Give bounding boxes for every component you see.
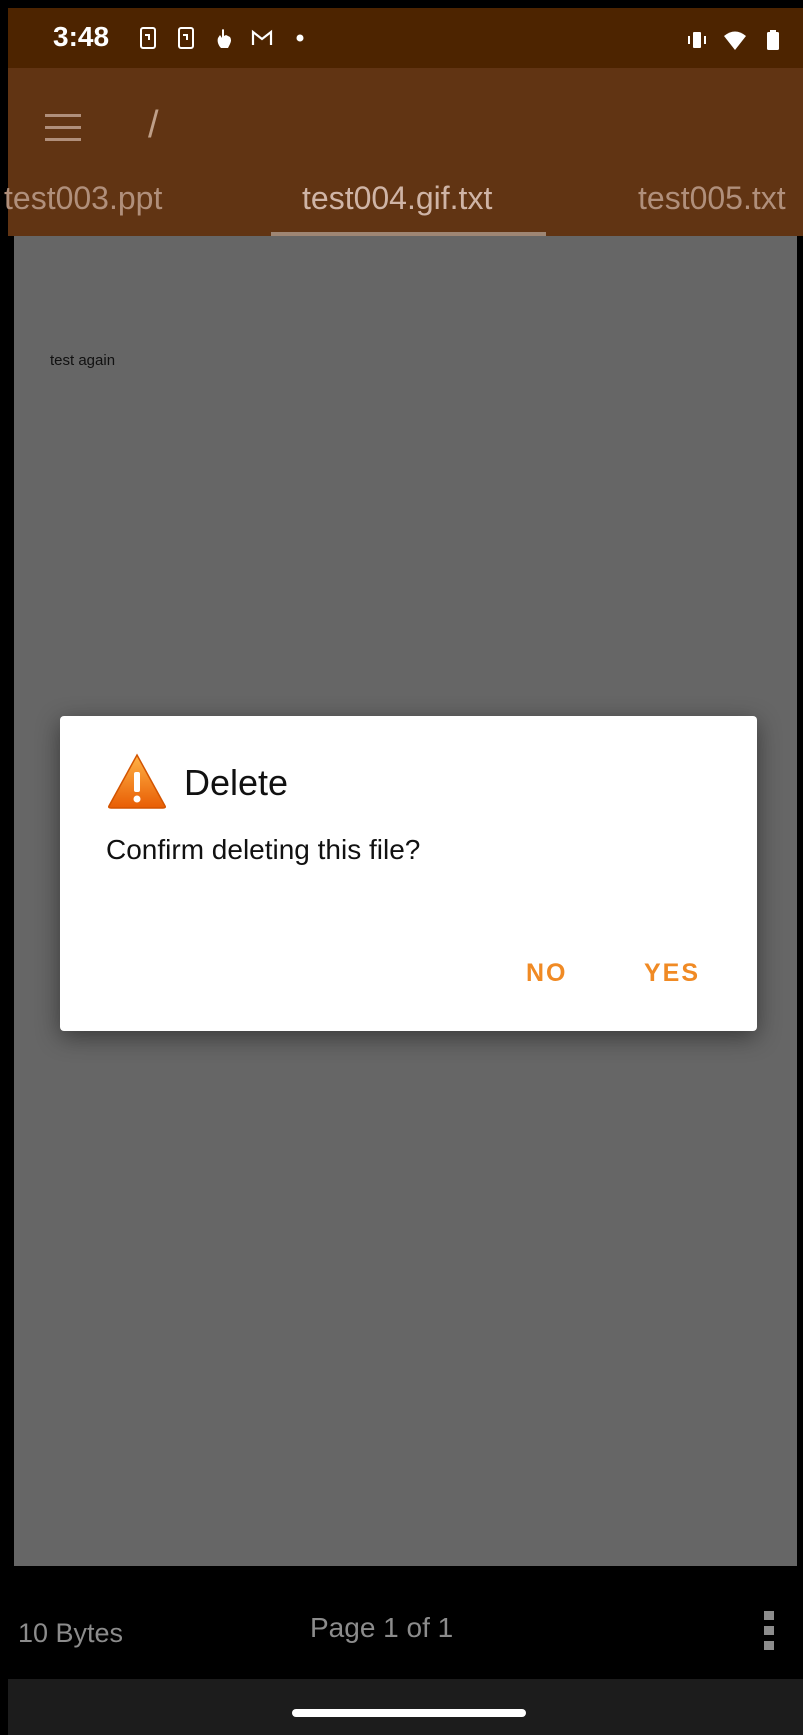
dot-icon: [296, 34, 304, 42]
wifi-icon: [724, 31, 746, 50]
status-time: 3:48: [53, 21, 110, 52]
delete-dialog: Delete Confirm deleting this file? NO YE…: [60, 716, 757, 1031]
tab-test003[interactable]: test003.ppt: [4, 180, 162, 236]
gmail-icon: [251, 29, 273, 45]
battery-icon: [767, 30, 779, 50]
home-gesture-handle[interactable]: [292, 1709, 526, 1717]
screen: 3:48 / test003.ppt test004.gif.txt test0…: [0, 0, 803, 1735]
dialog-message: Confirm deleting this file?: [106, 834, 421, 865]
file-size-label: 10 Bytes: [18, 1618, 124, 1648]
page-indicator: Page 1 of 1: [310, 1612, 454, 1643]
bottom-bar: 10 Bytes Page 1 of 1: [8, 1566, 803, 1679]
dialog-title: Delete: [184, 762, 289, 803]
tab-test005[interactable]: test005.txt: [638, 180, 786, 236]
yes-button[interactable]: YES: [644, 959, 700, 988]
warning-icon: [108, 753, 166, 809]
hamburger-menu-icon[interactable]: [43, 108, 83, 148]
system-icons: [685, 28, 785, 52]
file-tabs: test003.ppt test004.gif.txt test005.txt: [4, 180, 803, 236]
vibrate-icon: [688, 32, 706, 48]
notification-icons: [136, 26, 312, 50]
more-vert-icon[interactable]: [760, 1609, 778, 1653]
tab-test004[interactable]: test004.gif.txt: [302, 180, 492, 236]
no-button[interactable]: NO: [526, 959, 568, 988]
document-text: test again: [50, 352, 116, 369]
navigation-bar: [8, 1679, 803, 1735]
app-bar: / test003.ppt test004.gif.txt test005.tx…: [4, 68, 803, 236]
hand-touch-icon: [217, 29, 231, 48]
status-bar: 3:48: [8, 8, 803, 68]
path-label: /: [148, 104, 159, 146]
screenshot-icon: [178, 27, 194, 49]
screenshot-icon: [140, 27, 156, 49]
